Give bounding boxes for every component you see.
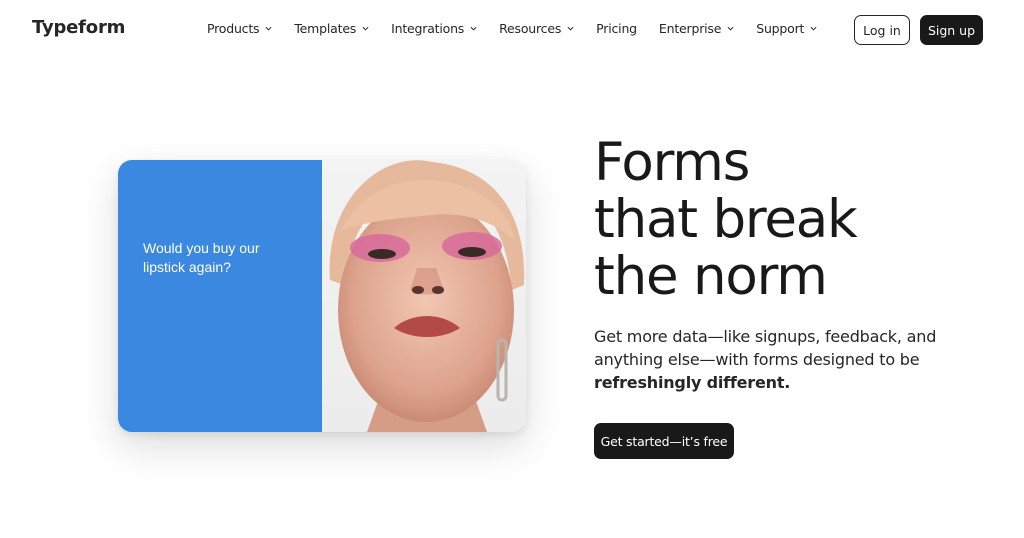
nav-item-products[interactable]: Products (207, 21, 272, 36)
subheadline-text: Get more data—like signups, feedback, an… (594, 327, 937, 369)
nav-item-label: Products (207, 21, 260, 36)
nav-item-support[interactable]: Support (756, 21, 817, 36)
headline-line: the norm (594, 246, 828, 307)
headline-line: that break (594, 189, 858, 250)
nav-item-pricing[interactable]: Pricing (596, 21, 637, 36)
chevron-down-icon (265, 26, 272, 31)
main-menu: Products Templates Integrations Resource… (207, 21, 839, 36)
typeform-logo[interactable]: Typeform (32, 17, 125, 38)
login-button[interactable]: Log in (854, 15, 910, 45)
chevron-down-icon (362, 26, 369, 31)
card-question-panel: Would you buy our lipstick again? (118, 160, 322, 432)
nav-item-label: Resources (499, 21, 562, 36)
nav-item-label: Support (756, 21, 805, 36)
chevron-down-icon (567, 26, 574, 31)
nav-item-label: Enterprise (658, 21, 722, 36)
chevron-down-icon (727, 26, 734, 31)
hero-subheadline: Get more data—like signups, feedback, an… (594, 325, 944, 394)
nav-item-label: Integrations (391, 21, 465, 36)
chevron-down-icon (470, 26, 477, 31)
subheadline-bold: refreshingly different. (594, 373, 791, 392)
nav-item-label: Pricing (596, 21, 637, 36)
chevron-down-icon (810, 26, 817, 31)
nav-item-enterprise[interactable]: Enterprise (659, 21, 734, 36)
card-question-text: Would you buy our lipstick again? (143, 240, 260, 275)
nav-item-label: Templates (294, 21, 357, 36)
nav-item-templates[interactable]: Templates (294, 21, 369, 36)
hero-form-card: Would you buy our lipstick again? (118, 160, 526, 432)
hero-headline: Forms that break the norm (594, 132, 858, 307)
nav-item-integrations[interactable]: Integrations (391, 21, 477, 36)
portrait-photo-icon (322, 160, 526, 432)
get-started-button[interactable]: Get started—it’s free (594, 423, 734, 459)
nav-item-resources[interactable]: Resources (499, 21, 574, 36)
headline-line: Forms (594, 132, 750, 193)
top-nav: Typeform Products Templates Integrations… (0, 0, 1024, 60)
signup-button[interactable]: Sign up (920, 15, 983, 45)
